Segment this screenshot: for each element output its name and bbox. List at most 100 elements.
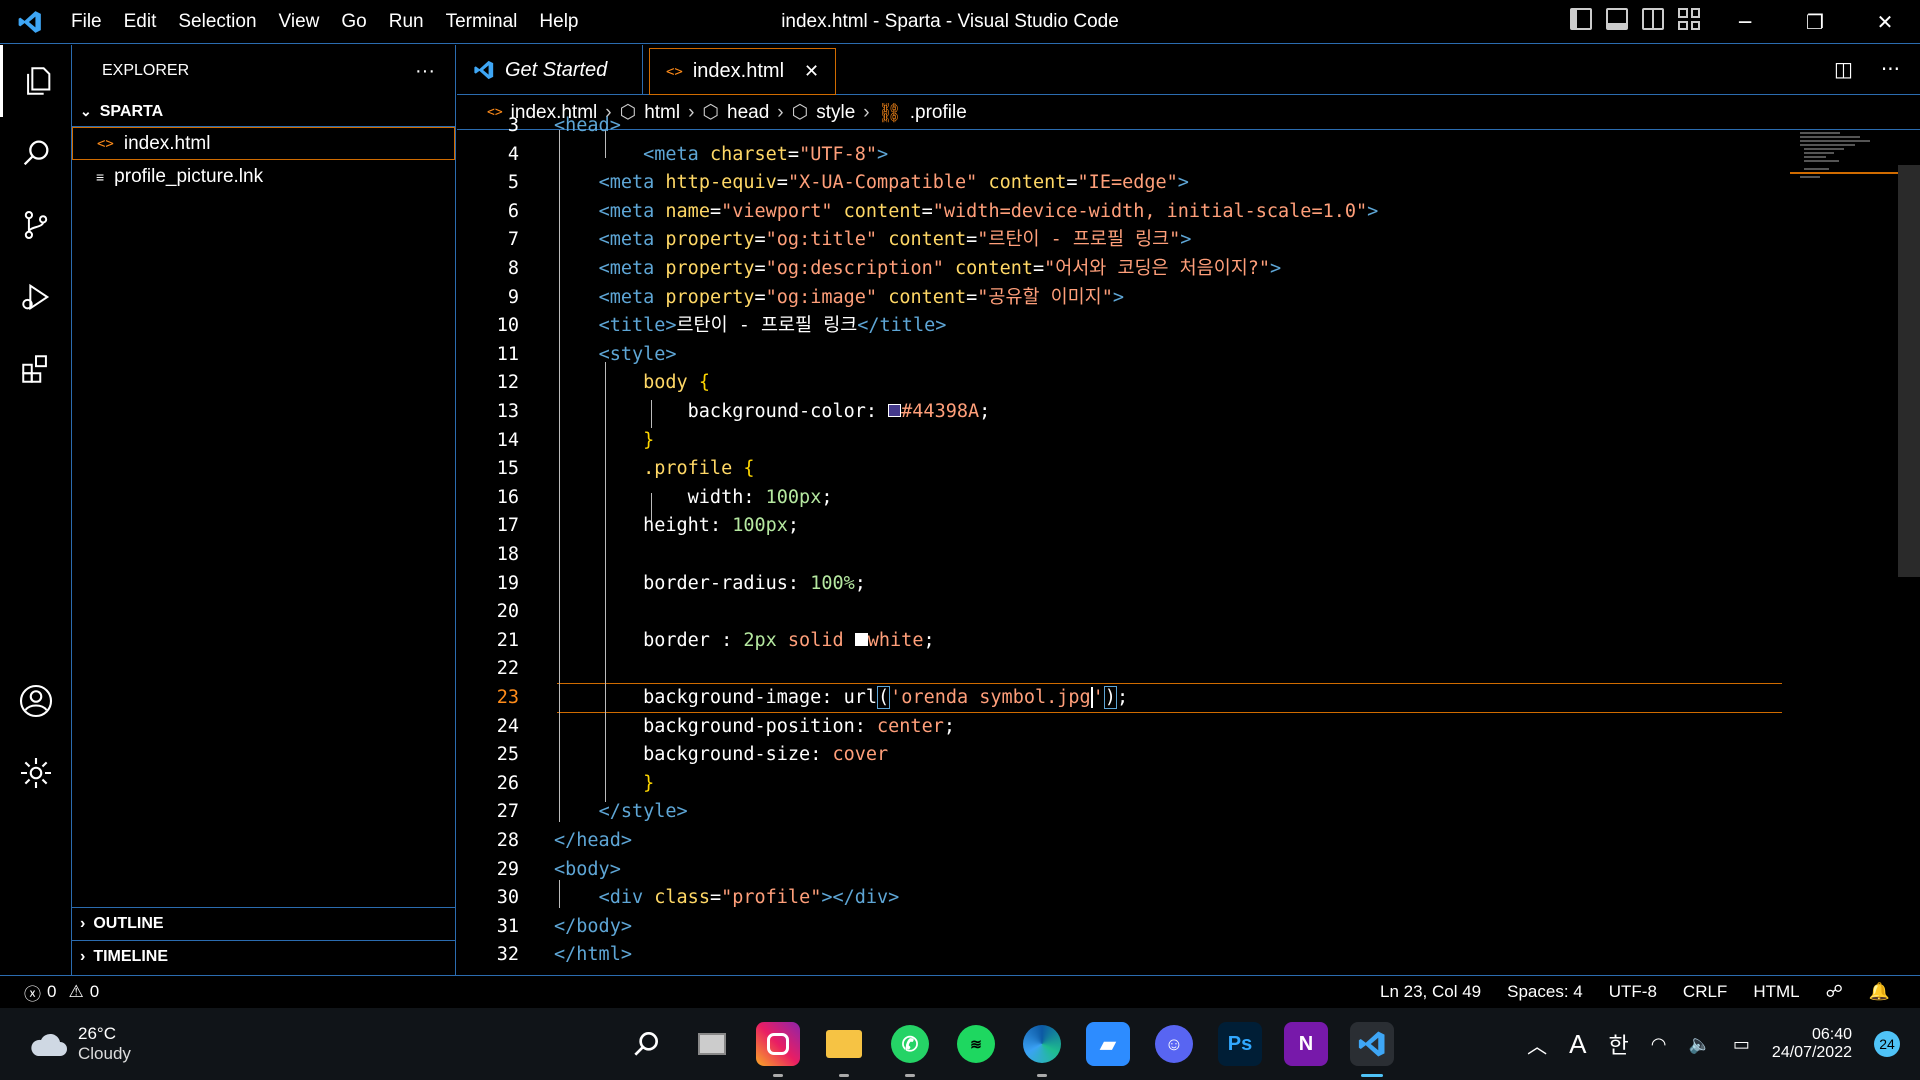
volume-icon[interactable]: 🔈 <box>1688 1034 1710 1055</box>
tab-index-html[interactable]: <> index.html ✕ <box>649 48 837 95</box>
code-line[interactable]: 19 border-radius: 100%; <box>457 570 1777 598</box>
code-line[interactable]: 6 <meta name="viewport" content="width=d… <box>457 198 1777 226</box>
menu-help[interactable]: Help <box>528 11 589 33</box>
code-line[interactable]: 18 <box>457 541 1777 569</box>
menu-file[interactable]: File <box>60 11 113 33</box>
code-line[interactable]: 21 border : 2px solid white; <box>457 627 1777 655</box>
settings-gear-icon[interactable] <box>0 737 72 809</box>
code-line[interactable]: 17 height: 100px; <box>457 512 1777 540</box>
code-line[interactable]: 5 <meta http-equiv="X-UA-Compatible" con… <box>457 169 1777 197</box>
problems-status[interactable]: ⓧ 0 ⚠ 0 <box>24 980 99 1005</box>
file-index-html[interactable]: <> index.html <box>72 127 455 160</box>
code-line[interactable]: 4 <meta charset="UTF-8"> <box>457 141 1777 169</box>
code-line[interactable]: 14 } <box>457 427 1777 455</box>
windows-start-icon[interactable] <box>562 1026 598 1062</box>
code-line[interactable]: 26 } <box>457 770 1777 798</box>
chevron-up-icon[interactable]: ︿ <box>1527 1030 1547 1059</box>
code-line[interactable]: 28 </head> <box>457 827 1777 855</box>
cursor-position[interactable]: Ln 23, Col 49 <box>1380 982 1481 1002</box>
photoshop-icon[interactable]: Ps <box>1218 1022 1262 1066</box>
onenote-icon[interactable]: N <box>1284 1022 1328 1066</box>
more-actions-icon[interactable]: ··· <box>1881 57 1900 81</box>
code-line[interactable]: 32 </html> <box>457 941 1777 969</box>
code-line[interactable]: 20 <box>457 598 1777 626</box>
code-editor[interactable]: 3 <head> 4 <meta charset="UTF-8"> 5 <meta h… <box>457 115 1920 975</box>
weather-widget[interactable]: 26°C Cloudy <box>28 1024 528 1064</box>
ime-mode[interactable]: A <box>1569 1029 1586 1060</box>
timeline-section[interactable]: › TIMELINE <box>72 940 456 973</box>
toggle-panel-icon[interactable] <box>1606 8 1628 30</box>
line-number: 32 <box>496 944 519 966</box>
code-line[interactable]: 27 </style> <box>457 798 1777 826</box>
code-line[interactable]: 13 background-color: #44398A; <box>457 398 1777 426</box>
menu-edit[interactable]: Edit <box>113 11 168 33</box>
bell-icon[interactable]: 🔔 <box>1869 982 1890 1002</box>
menu-view[interactable]: View <box>268 11 331 33</box>
code-line[interactable]: 29 <body> <box>457 856 1777 884</box>
toggle-sidebar-icon[interactable] <box>1570 8 1592 30</box>
tab-get-started[interactable]: Get Started <box>457 45 643 95</box>
notification-badge[interactable]: 24 <box>1874 1031 1900 1057</box>
task-view-icon[interactable] <box>690 1022 734 1066</box>
source-control-icon[interactable] <box>0 189 72 261</box>
code-line[interactable]: 16 width: 100px; <box>457 484 1777 512</box>
menu-selection[interactable]: Selection <box>167 11 267 33</box>
search-icon[interactable] <box>624 1022 668 1066</box>
spotify-icon[interactable]: ≋ <box>954 1022 998 1066</box>
more-actions-icon[interactable]: ··· <box>415 60 435 83</box>
whatsapp-icon[interactable]: ✆ <box>888 1022 932 1077</box>
code-line[interactable]: 23 background-image: url('orenda symbol.… <box>457 684 1777 712</box>
close-button[interactable]: ✕ <box>1850 0 1920 44</box>
code-line[interactable]: 10 <title>르탄이 - 프로필 링크</title> <box>457 312 1777 340</box>
language-indicator[interactable]: 한 <box>1609 1028 1629 1060</box>
close-icon[interactable]: ✕ <box>804 61 819 82</box>
code-line[interactable]: 31 </body> <box>457 913 1777 941</box>
code-line[interactable]: 11 <style> <box>457 341 1777 369</box>
clock[interactable]: 06:40 24/07/2022 <box>1772 1026 1852 1062</box>
line-number: 19 <box>496 572 519 594</box>
code-line[interactable]: 25 background-size: cover <box>457 741 1777 769</box>
zoom-icon[interactable]: ▰ <box>1086 1022 1130 1066</box>
encoding-status[interactable]: UTF-8 <box>1609 982 1657 1002</box>
run-debug-icon[interactable] <box>0 261 72 333</box>
eol-status[interactable]: CRLF <box>1683 982 1727 1002</box>
outline-section[interactable]: › OUTLINE <box>72 907 456 940</box>
discord-icon[interactable]: ☺ <box>1152 1022 1196 1066</box>
instagram-icon[interactable] <box>756 1022 800 1077</box>
file-explorer-icon[interactable] <box>822 1022 866 1077</box>
code-line[interactable]: 15 .profile { <box>457 455 1777 483</box>
explorer-icon[interactable] <box>0 45 72 117</box>
indentation-status[interactable]: Spaces: 4 <box>1507 982 1583 1002</box>
code-line[interactable]: 7 <meta property="og:title" content="르탄이… <box>457 226 1777 254</box>
battery-icon[interactable]: ▭ <box>1733 1034 1750 1055</box>
toggle-secondary-sidebar-icon[interactable] <box>1642 8 1664 30</box>
vscode-taskbar-icon[interactable] <box>1350 1022 1394 1077</box>
folder-sparta[interactable]: ⌄ SPARTA <box>72 97 455 127</box>
wifi-icon[interactable]: ◠ <box>1651 1034 1667 1055</box>
tab-label: Get Started <box>505 58 608 81</box>
customize-layout-icon[interactable] <box>1678 8 1700 30</box>
code-line[interactable]: 8 <meta property="og:description" conten… <box>457 255 1777 283</box>
code-line[interactable]: 9 <meta property="og:image" content="공유할… <box>457 284 1777 312</box>
chevron-right-icon: › <box>80 948 86 965</box>
code-line[interactable]: 30 <div class="profile"></div> <box>457 884 1777 912</box>
code-line[interactable]: 12 body { <box>457 369 1777 397</box>
editor-scrollbar[interactable] <box>1898 165 1920 577</box>
code-line[interactable]: 24 background-position: center; <box>457 713 1777 741</box>
restore-button[interactable]: ❐ <box>1780 0 1850 44</box>
minimize-button[interactable]: ─ <box>1710 0 1780 44</box>
code-line[interactable]: 22 <box>457 655 1777 683</box>
split-editor-icon[interactable]: ◫ <box>1834 57 1853 81</box>
accounts-icon[interactable] <box>0 665 72 737</box>
language-mode[interactable]: HTML <box>1753 982 1799 1002</box>
edge-icon[interactable] <box>1020 1022 1064 1077</box>
menu-terminal[interactable]: Terminal <box>435 11 529 33</box>
file-profile-picture[interactable]: ≡ profile_picture.lnk <box>72 160 455 193</box>
code-text: <style> <box>598 343 677 365</box>
code-line[interactable]: 3 <head> <box>457 112 1777 140</box>
menu-run[interactable]: Run <box>378 11 435 33</box>
extensions-icon[interactable] <box>0 333 72 405</box>
feedback-icon[interactable]: ☍ <box>1826 982 1843 1002</box>
menu-go[interactable]: Go <box>330 11 377 33</box>
search-icon[interactable] <box>0 117 72 189</box>
